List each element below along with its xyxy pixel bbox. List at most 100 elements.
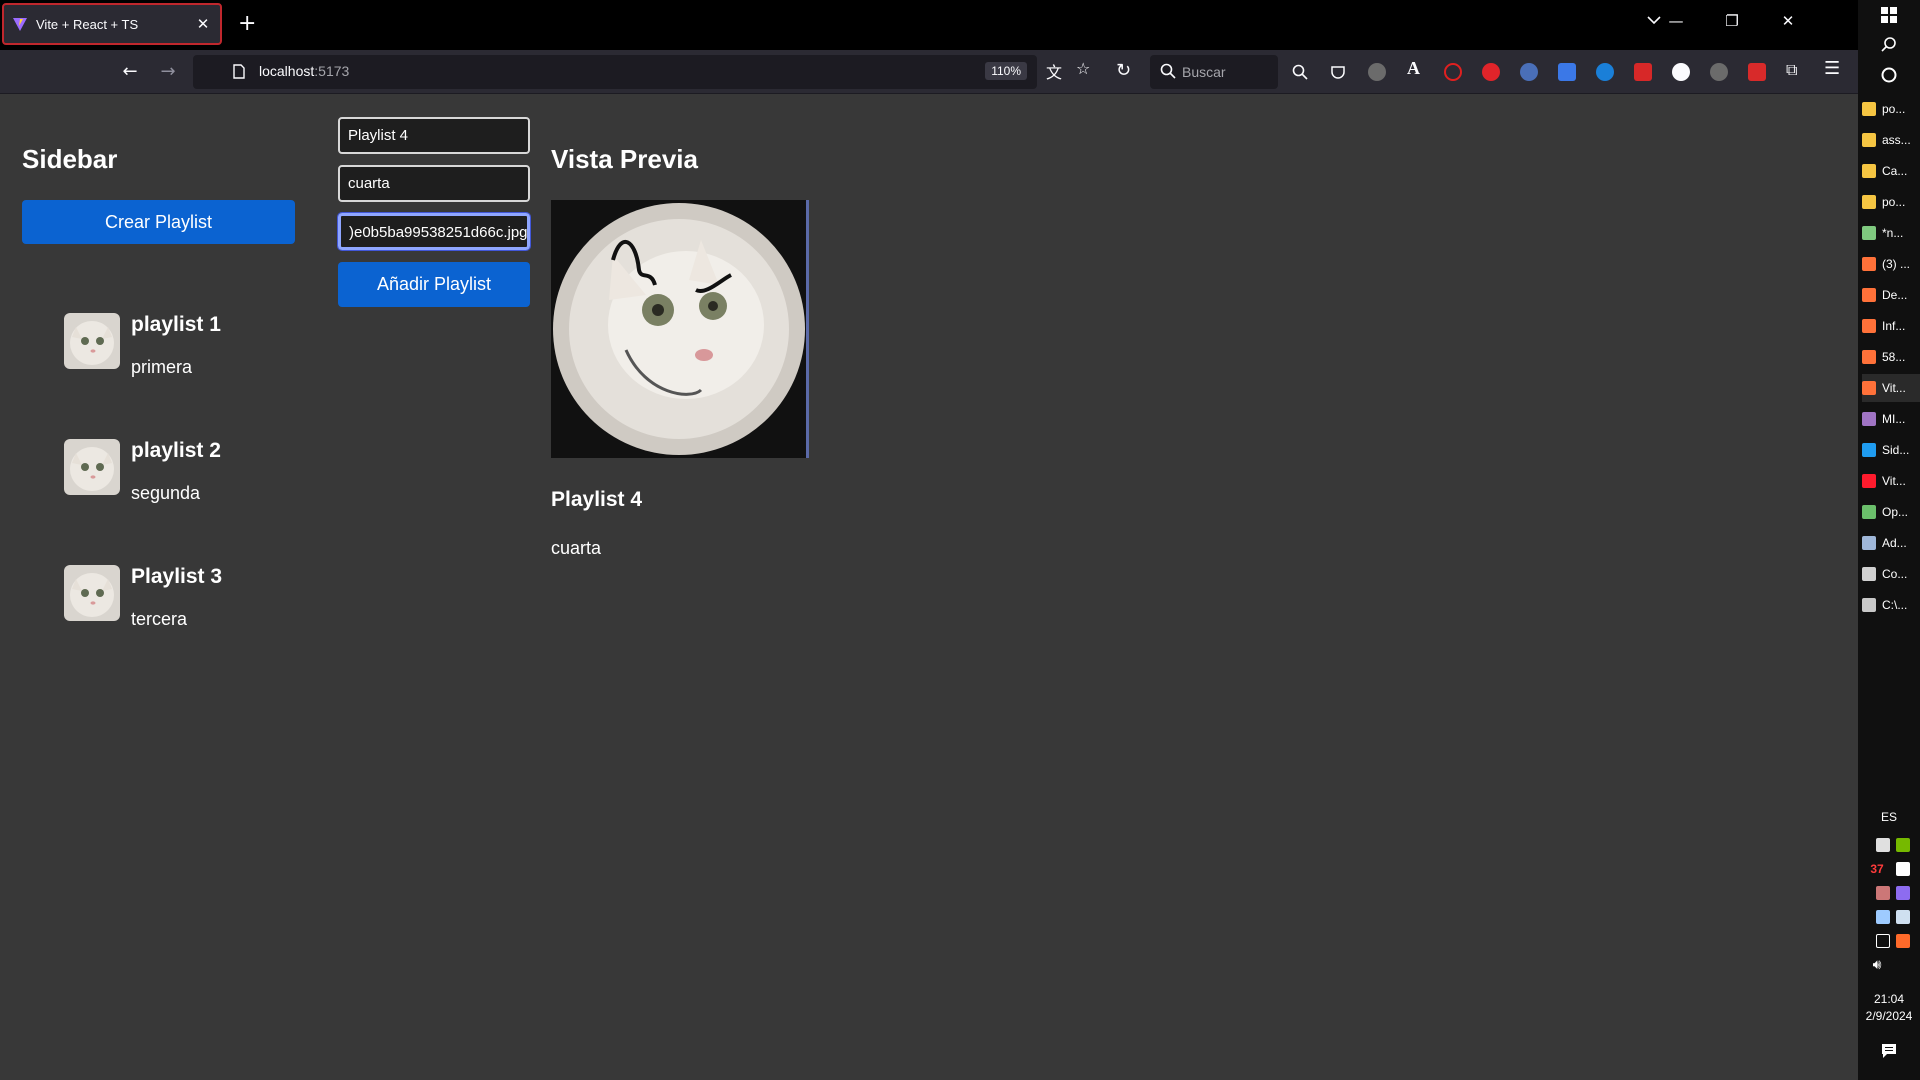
extension-y-icon[interactable] [1710,63,1728,81]
clock-date[interactable]: 2/9/2024 [1858,1009,1920,1023]
taskbar-window-item[interactable]: Ad... [1862,529,1920,557]
preview-title: Vista Previa [551,144,698,174]
taskbar-window-label: 58... [1882,350,1906,364]
folder-icon [1862,164,1876,178]
playlist-thumbnail [64,565,120,621]
playlist-item[interactable]: playlist 1 primera [64,313,324,413]
taskbar-window-item[interactable]: Sid... [1862,436,1920,464]
page-content: Sidebar Crear Playlist playlist 1 primer… [0,94,1858,1080]
reload-icon[interactable]: ↻ [1116,60,1131,81]
notification-center-icon[interactable] [1881,1043,1897,1059]
taskbar-window-item[interactable]: (3) ... [1862,250,1920,278]
firefox-icon [1862,319,1876,333]
taskbar-window-label: Co... [1882,567,1908,581]
window-controls: — ❐ ✕ [1668,12,1796,30]
extensions-puzzle-icon[interactable]: ⧉ [1786,60,1797,80]
font-extension-icon[interactable]: A [1407,58,1420,79]
taskbar-window-label: *n... [1882,226,1904,240]
close-tab-icon[interactable]: ✕ [194,15,212,33]
extension-icon[interactable] [1634,63,1652,81]
taskbar-window-item[interactable]: Op... [1862,498,1920,526]
twitch-icon[interactable] [1896,886,1910,900]
search-box[interactable]: Buscar [1150,55,1278,89]
add-playlist-button[interactable]: Añadir Playlist [338,262,530,307]
browser-tab[interactable]: Vite + React + TS ✕ [2,3,222,45]
taskbar-window-label: (3) ... [1882,257,1911,271]
taskbar-window-item[interactable]: po... [1862,95,1920,123]
taskbar-window-item[interactable]: Inf... [1862,312,1920,340]
github-icon[interactable] [1672,63,1690,81]
back-icon[interactable]: ← [118,60,142,84]
playlist-name-input[interactable]: Playlist 4 [338,117,530,154]
notification-count[interactable]: 37 [1858,862,1896,876]
restore-icon[interactable]: ❐ [1724,12,1740,30]
minimize-icon[interactable]: — [1668,12,1684,30]
taskbar-window-item[interactable]: Vit... [1862,467,1920,495]
taskbar-window-label: Inf... [1882,319,1906,333]
playlist-item[interactable]: playlist 2 segunda [64,439,324,539]
extension-icon[interactable] [1520,63,1538,81]
blocker-extension-icon[interactable] [1444,63,1462,81]
preview-playlist-description: cuarta [551,538,602,558]
app-tray-icon[interactable] [1896,862,1910,876]
forward-icon[interactable]: → [156,60,180,84]
preview-image [551,200,809,458]
new-tab-icon[interactable]: + [238,10,256,38]
chevron-down-icon[interactable] [1646,12,1662,28]
bookmark-star-icon[interactable]: ☆ [1076,59,1090,78]
taskbar-window-label: Vit... [1882,474,1906,488]
extension-y-icon[interactable] [1368,63,1386,81]
adblock-extension-icon[interactable] [1482,63,1500,81]
pocket-icon[interactable] [1330,64,1346,80]
taskbar-window-item[interactable]: De... [1862,281,1920,309]
translate-extension-icon[interactable] [1558,63,1576,81]
taskbar-window-item[interactable]: po... [1862,188,1920,216]
taskbar-window-item[interactable]: MI... [1862,405,1920,433]
cortana-icon[interactable] [1881,67,1897,83]
taskbar-window-item[interactable]: 58... [1862,343,1920,371]
taskbar-window-label: Vit... [1882,381,1906,395]
taskbar-window-item[interactable]: Vit... [1862,374,1920,402]
taskbar-window-item[interactable]: Ca... [1862,157,1920,185]
close-window-icon[interactable]: ✕ [1780,12,1796,30]
playlist-description: primera [131,357,193,377]
windows-start-icon[interactable] [1881,7,1897,23]
playlist-item[interactable]: Playlist 3 tercera [64,565,324,665]
create-playlist-button[interactable]: Crear Playlist [22,200,295,244]
airplane-icon[interactable] [1876,838,1890,852]
address-bar[interactable]: localhost:5173 110% [193,55,1037,89]
translate-icon[interactable]: 文 [1046,59,1062,83]
menu-icon[interactable]: ☰ [1824,58,1840,79]
taskbar-window-label: ass... [1882,133,1911,147]
drive-icon[interactable] [1896,910,1910,924]
steam-icon[interactable] [1876,910,1890,924]
nvidia-icon[interactable] [1896,838,1910,852]
network-icon[interactable] [1876,934,1890,948]
volume-icon[interactable]: 🔊︎ [1858,956,1896,973]
search-icon[interactable] [1292,64,1308,80]
taskbar-window-label: Op... [1882,505,1909,519]
extension-icon[interactable] [1596,63,1614,81]
taskbar-window-label: Ca... [1882,164,1908,178]
search-icon[interactable] [1881,36,1897,52]
url-text: localhost:5173 [259,63,349,79]
extension-icon[interactable] [1748,63,1766,81]
playlist-name: Playlist 3 [131,565,223,588]
taskbar-window-item[interactable]: Co... [1862,560,1920,588]
playlist-image-input[interactable]: )e0b5ba99538251d66c.jpg [337,212,531,251]
taskbar-window-item[interactable]: C:\... [1862,591,1920,619]
playlist-description-input[interactable]: cuarta [338,165,530,202]
language-indicator[interactable]: ES [1858,810,1920,824]
audio-app-icon[interactable] [1896,934,1910,948]
taskbar-window-label: MI... [1882,412,1906,426]
avatar-tray-icon[interactable] [1876,886,1890,900]
app-icon [1862,505,1876,519]
playlist-name: playlist 1 [131,313,221,336]
clock-time[interactable]: 21:04 [1858,992,1920,1006]
taskbar-window-label: po... [1882,195,1906,209]
taskbar-window-label: Sid... [1882,443,1910,457]
taskbar-window-item[interactable]: *n... [1862,219,1920,247]
taskbar-window-item[interactable]: ass... [1862,126,1920,154]
zoom-badge[interactable]: 110% [985,62,1027,80]
screen: Vite + React + TS ✕ + — ❐ ✕ ← → localhos… [0,0,1920,1080]
